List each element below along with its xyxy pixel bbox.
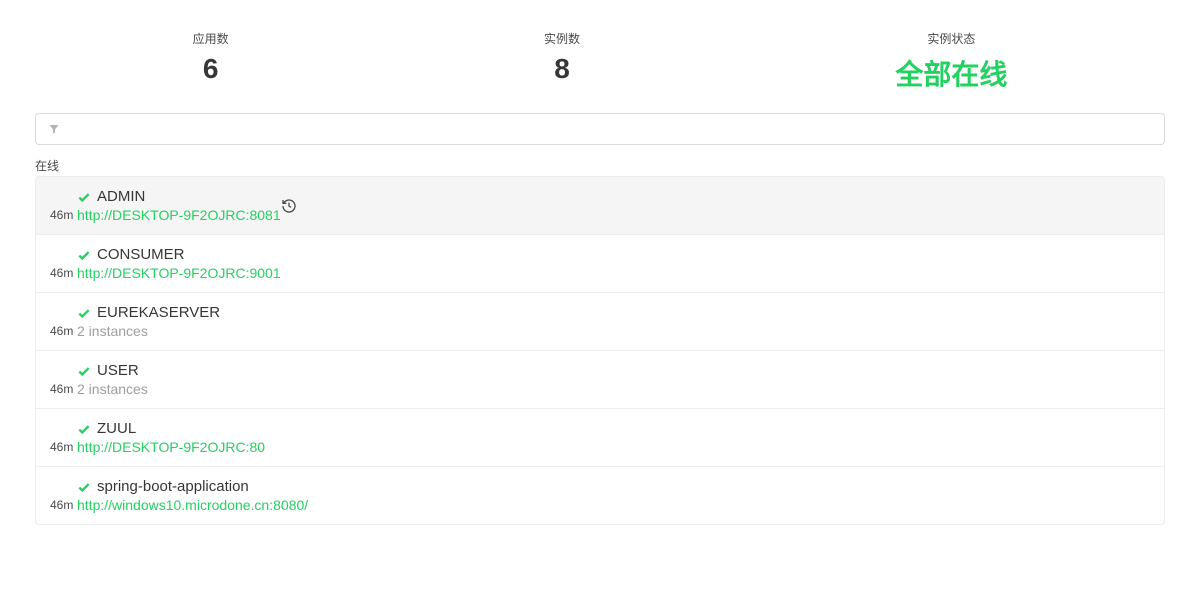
app-row[interactable]: 46m EUREKASERVER 2 instances bbox=[36, 292, 1164, 350]
history-icon[interactable] bbox=[281, 198, 297, 214]
stat-instances-value: 8 bbox=[544, 53, 580, 85]
check-icon bbox=[77, 248, 91, 262]
app-url[interactable]: http://DESKTOP-9F2OJRC:80 bbox=[77, 439, 265, 455]
app-list: 46mADMINhttp://DESKTOP-9F2OJRC:808146mCO… bbox=[35, 176, 1165, 525]
stat-apps-value: 6 bbox=[193, 53, 229, 85]
app-instance-count: 2 instances bbox=[77, 381, 148, 397]
app-url[interactable]: http://DESKTOP-9F2OJRC:8081 bbox=[77, 207, 281, 223]
app-name: EUREKASERVER bbox=[97, 304, 220, 321]
app-name: CONSUMER bbox=[97, 246, 185, 263]
check-icon bbox=[77, 306, 91, 320]
stat-status-value: 全部在线 bbox=[895, 53, 1007, 93]
app-instance-count: 2 instances bbox=[77, 323, 220, 339]
app-name: spring-boot-application bbox=[97, 478, 249, 495]
section-label-online: 在线 bbox=[35, 157, 1165, 174]
stat-instances: 实例数 8 bbox=[544, 30, 580, 93]
check-icon bbox=[77, 480, 91, 494]
app-uptime: 46m bbox=[50, 440, 76, 454]
app-row[interactable]: 46m CONSUMER http://DESKTOP-9F2OJRC:9001 bbox=[36, 234, 1164, 292]
app-url[interactable]: http://windows10.microdone.cn:8080/ bbox=[77, 497, 308, 513]
app-row[interactable]: 46m ADMIN http://DESKTOP-9F2OJRC:8081 bbox=[36, 177, 1164, 234]
app-uptime: 46m bbox=[50, 208, 76, 222]
app-name: ADMIN bbox=[97, 188, 145, 205]
stat-status: 实例状态 全部在线 bbox=[895, 30, 1007, 93]
filter-input[interactable] bbox=[70, 121, 1152, 137]
app-row[interactable]: 46m USER 2 instances bbox=[36, 350, 1164, 408]
app-uptime: 46m bbox=[50, 266, 76, 280]
stats-row: 应用数 6 实例数 8 实例状态 全部在线 bbox=[35, 0, 1165, 113]
filter-box[interactable] bbox=[35, 113, 1165, 145]
check-icon bbox=[77, 190, 91, 204]
filter-icon bbox=[48, 123, 60, 135]
app-url[interactable]: http://DESKTOP-9F2OJRC:9001 bbox=[77, 265, 281, 281]
stat-apps: 应用数 6 bbox=[193, 30, 229, 93]
app-uptime: 46m bbox=[50, 324, 76, 338]
app-name: ZUUL bbox=[97, 420, 136, 437]
stat-apps-label: 应用数 bbox=[193, 30, 229, 47]
app-row[interactable]: 46m ZUUL http://DESKTOP-9F2OJRC:80 bbox=[36, 408, 1164, 466]
check-icon bbox=[77, 422, 91, 436]
check-icon bbox=[77, 364, 91, 378]
app-uptime: 46m bbox=[50, 382, 76, 396]
stat-status-label: 实例状态 bbox=[895, 30, 1007, 47]
app-name: USER bbox=[97, 362, 139, 379]
stat-instances-label: 实例数 bbox=[544, 30, 580, 47]
app-row[interactable]: 46m spring-boot-application http://windows… bbox=[36, 466, 1164, 524]
app-uptime: 46m bbox=[50, 498, 76, 512]
